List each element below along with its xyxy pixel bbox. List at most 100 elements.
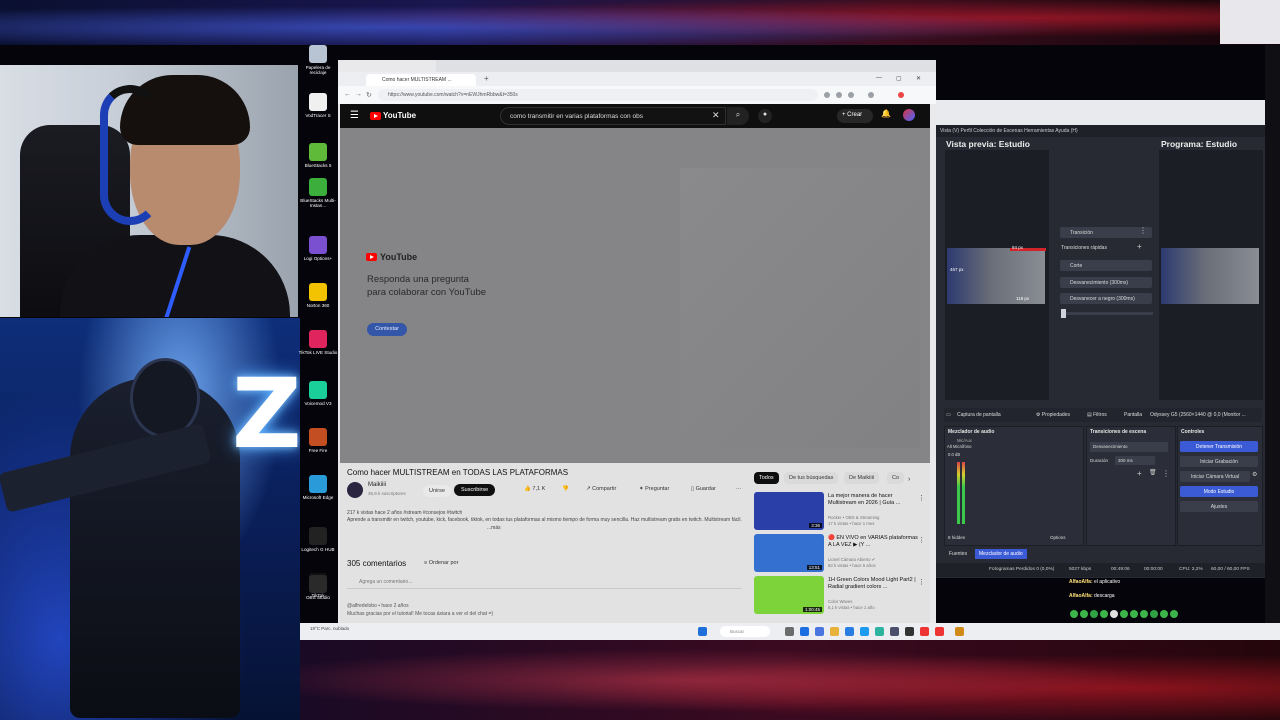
store-icon[interactable]	[845, 627, 854, 636]
video-player[interactable]: YouTube Responda una pregunta para colab…	[340, 128, 930, 463]
audio-source-select[interactable]: Alt Micrófono	[947, 444, 971, 449]
clear-search-icon[interactable]: ✕	[712, 110, 720, 121]
video-thumbnail[interactable]: 1:00:45	[754, 576, 824, 614]
recycle-bin-icon[interactable]: Papelera de reciclaje	[298, 45, 338, 75]
profile-icon[interactable]	[868, 92, 874, 98]
logi-icon[interactable]: Logi Options+	[298, 236, 338, 261]
start-button-icon[interactable]	[698, 627, 707, 636]
obs-icon[interactable]: OBS Studio	[298, 575, 338, 600]
file-icon[interactable]: VodTracer S	[298, 93, 338, 118]
microphone-icon[interactable]: ●	[758, 109, 772, 123]
recommendation-title[interactable]: 🔴 EN VIVO en VARIAS plataformas A LA VEZ…	[828, 535, 918, 549]
channel-name[interactable]: Maikiiii	[368, 482, 386, 488]
recommendation-item[interactable]: 3:36 La mejor manera de hacer Multistream…	[754, 492, 930, 530]
obs-taskbar-icon[interactable]	[905, 627, 914, 636]
stop-stream-button[interactable]: Detener Transmisión	[1180, 441, 1258, 452]
search-icon[interactable]: ⌕	[727, 107, 749, 125]
maximize-icon[interactable]: ▢	[896, 75, 902, 82]
subscribe-button[interactable]: Suscribirse	[454, 484, 496, 496]
virtual-camera-settings-icon[interactable]: ⚙	[1252, 471, 1257, 478]
transition-select[interactable]: Desvanecimiento	[1090, 442, 1168, 452]
search-input[interactable]: como transmitir en varias plataformas co…	[500, 107, 726, 125]
display-select[interactable]: Odyssey G5 (2560×1440 @ 0,0 (Monitor ...	[1150, 412, 1246, 418]
ask-button[interactable]: ✦ Preguntar	[639, 486, 669, 492]
join-button[interactable]: Unirse	[423, 485, 451, 497]
properties-button[interactable]: ⚙ Propiedades	[1036, 412, 1070, 418]
freefire-icon[interactable]: Free Fire	[298, 428, 338, 453]
minimize-icon[interactable]: —	[876, 75, 882, 81]
file-explorer-icon[interactable]	[830, 627, 839, 636]
chat-extension-icon[interactable]	[898, 92, 904, 98]
more-options-icon[interactable]: ⋮	[918, 536, 925, 544]
close-icon[interactable]: ✕	[916, 75, 921, 82]
chip-more[interactable]: Co	[887, 472, 905, 484]
start-recording-button[interactable]: Iniciar Grabación	[1180, 456, 1258, 467]
like-button[interactable]: 👍 7,1 K	[524, 486, 545, 492]
recommendation-title[interactable]: La mejor manera de hacer Multistream en …	[828, 493, 918, 507]
duration-input[interactable]: 300 ms	[1115, 456, 1155, 465]
add-transition-icon[interactable]: +	[1137, 469, 1142, 478]
tab-audio-mixer[interactable]: Mezclador de audio	[975, 549, 1027, 559]
edge-icon[interactable]	[860, 627, 869, 636]
description-box[interactable]: 217 k vistas hace 2 años #stream #consej…	[347, 510, 747, 546]
chip-all[interactable]: Todos	[754, 472, 779, 484]
studio-mode-button[interactable]: Modo Estudio	[1180, 486, 1258, 497]
notifications-bell-icon[interactable]: 🔔	[881, 109, 891, 118]
chrome-icon[interactable]	[815, 627, 824, 636]
app-taskbar-icon[interactable]	[955, 627, 964, 636]
reload-icon[interactable]: ↻	[366, 91, 372, 99]
chip-from-channel[interactable]: De Maikiiii	[844, 472, 880, 484]
show-more-link[interactable]: ...más	[347, 525, 747, 532]
recommendation-title[interactable]: 1H Green Colors Mood Light Part2 | Radia…	[828, 577, 918, 591]
forward-icon[interactable]: →	[355, 91, 362, 98]
comment-author[interactable]: @alfredelobo • hace 2 años	[347, 603, 747, 611]
bluestacks-multi-icon[interactable]: BlueStacks Multi-Instan...	[298, 178, 338, 208]
chip-from-searches[interactable]: De tus búsquedas	[784, 472, 839, 484]
extension-icon[interactable]	[836, 92, 842, 98]
back-icon[interactable]: ←	[344, 91, 351, 98]
browser-tab[interactable]: Como hacer MULTISTREAM ...	[366, 74, 476, 86]
preview-canvas[interactable]	[947, 248, 1045, 304]
survey-answer-button[interactable]: Contestar	[367, 323, 407, 336]
obs-menubar[interactable]: Vista (V) Perfil Colección de Escenas He…	[936, 125, 1265, 137]
tbar-slider[interactable]	[1061, 309, 1066, 318]
recording-taskbar-icon[interactable]	[935, 627, 944, 636]
fade-transition[interactable]: Desvanecimiento (300ms)	[1060, 277, 1152, 288]
more-actions-icon[interactable]: ⋯	[736, 486, 742, 492]
bluestacks-icon[interactable]: BlueStacks 5	[298, 143, 338, 168]
new-tab-icon[interactable]: +	[484, 74, 489, 83]
transition-menu-icon[interactable]: ⋮	[1162, 469, 1170, 478]
more-options-icon[interactable]: ⋮	[918, 578, 925, 586]
hamburger-menu-icon[interactable]: ☰	[350, 110, 359, 121]
edge-icon[interactable]: Microsoft Edge	[298, 475, 338, 500]
norton-icon[interactable]: Norton 360	[298, 283, 338, 308]
recommendation-item[interactable]: 13:51 🔴 EN VIVO en VARIAS plataformas A L…	[754, 534, 930, 572]
add-transition-icon[interactable]: +	[1137, 242, 1142, 251]
taskbar-search[interactable]: Buscar	[720, 626, 770, 637]
star-icon[interactable]	[848, 92, 854, 98]
settings-app-icon[interactable]	[890, 627, 899, 636]
channel-avatar[interactable]	[347, 482, 363, 498]
task-view-icon[interactable]	[785, 627, 794, 636]
tiktok-live-taskbar-icon[interactable]	[920, 627, 929, 636]
add-comment-input[interactable]: Agrega un comentario...	[347, 579, 742, 589]
ghub-icon[interactable]: Logitech G HUB	[298, 527, 338, 552]
youtube-logo[interactable]: YouTube	[370, 111, 416, 120]
voicemod-icon[interactable]: Voicemod V3	[298, 381, 338, 406]
tiktok-live-icon[interactable]: TikTok LIVE Studio	[298, 330, 338, 355]
delete-transition-icon[interactable]: 🗑	[1149, 469, 1157, 476]
save-button[interactable]: ▯ Guardar	[691, 486, 716, 492]
sort-comments-button[interactable]: ≡ Ordenar por	[424, 560, 458, 566]
share-button[interactable]: ↗ Compartir	[586, 486, 616, 492]
recommendation-item[interactable]: 1:00:45 1H Green Colors Mood Light Part2 …	[754, 576, 930, 614]
filters-button[interactable]: ▤ Filtros	[1087, 412, 1107, 418]
cut-transition[interactable]: Corte	[1060, 260, 1152, 271]
url-field[interactable]: https://www.youtube.com/watch?v=nEWJhmRb…	[378, 89, 818, 101]
weather-widget[interactable]: 19°C Parc. nublado	[310, 626, 349, 631]
transition-menu-icon[interactable]: ⋮	[1139, 226, 1147, 235]
tab-sources[interactable]: Fuentes	[945, 549, 971, 559]
settings-button[interactable]: Ajustes	[1180, 501, 1258, 512]
program-canvas[interactable]	[1161, 248, 1259, 304]
chevron-right-icon[interactable]: ›	[908, 476, 910, 483]
video-thumbnail[interactable]: 13:51	[754, 534, 824, 572]
